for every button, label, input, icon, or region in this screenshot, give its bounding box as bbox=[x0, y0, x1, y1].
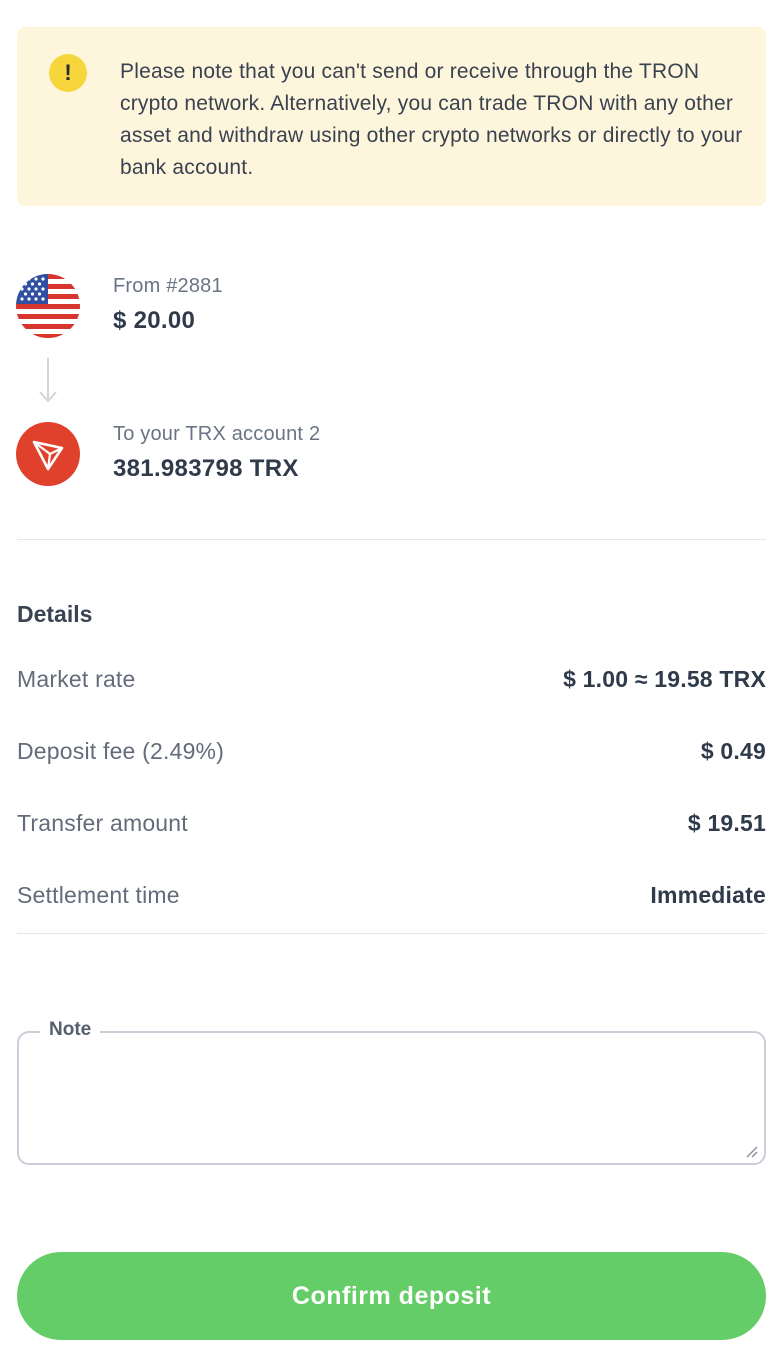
divider bbox=[17, 933, 766, 934]
divider bbox=[17, 539, 766, 540]
to-amount: 381.983798 TRX bbox=[113, 455, 299, 482]
exclamation-icon: ! bbox=[49, 54, 87, 92]
detail-row-market-rate: Market rate $ 1.00 ≈ 19.58 TRX bbox=[17, 662, 766, 696]
from-account-label: From #2881 bbox=[113, 275, 223, 297]
confirm-deposit-button[interactable]: Confirm deposit bbox=[17, 1252, 766, 1340]
detail-row-settlement-time: Settlement time Immediate bbox=[17, 878, 766, 912]
detail-value: Immediate bbox=[650, 881, 766, 908]
detail-label: Deposit fee (2.49%) bbox=[17, 737, 225, 764]
detail-value: $ 1.00 ≈ 19.58 TRX bbox=[563, 665, 766, 692]
detail-label: Market rate bbox=[17, 665, 136, 692]
detail-label: Settlement time bbox=[17, 881, 180, 908]
note-textarea[interactable] bbox=[17, 1031, 766, 1165]
notice-text: Please note that you can't send or recei… bbox=[120, 60, 743, 179]
detail-row-transfer-amount: Transfer amount $ 19.51 bbox=[17, 806, 766, 840]
tron-icon bbox=[16, 422, 80, 486]
to-account-label: To your TRX account 2 bbox=[113, 423, 321, 445]
detail-row-deposit-fee: Deposit fee (2.49%) $ 0.49 bbox=[17, 734, 766, 768]
arrow-down-icon bbox=[37, 356, 59, 406]
detail-value: $ 19.51 bbox=[687, 809, 766, 836]
from-amount: $ 20.00 bbox=[113, 307, 196, 334]
tron-network-notice: ! Please note that you can't send or rec… bbox=[17, 27, 766, 206]
note-label: Note bbox=[40, 1019, 101, 1041]
detail-label: Transfer amount bbox=[17, 809, 188, 836]
resize-grip-icon[interactable] bbox=[744, 1144, 758, 1158]
us-flag-icon bbox=[16, 274, 80, 338]
details-title: Details bbox=[17, 601, 93, 627]
detail-value: $ 0.49 bbox=[700, 737, 766, 764]
deposit-confirmation-screen: ! Please note that you can't send or rec… bbox=[0, 0, 782, 1368]
